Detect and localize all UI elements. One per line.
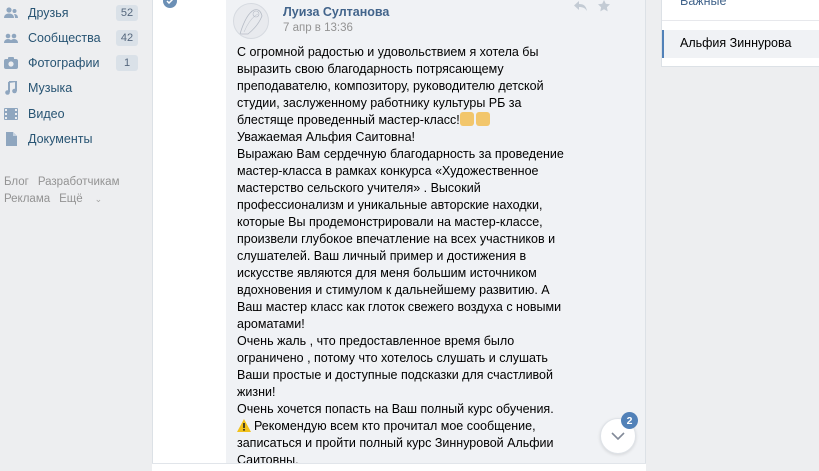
- thumbs-up-emoji-icon: [459, 112, 474, 126]
- nav-item-friends[interactable]: Друзья 52: [0, 2, 142, 24]
- document-icon: [4, 132, 18, 146]
- text-line: искусстве являются для меня большим исто…: [237, 266, 537, 280]
- footer-links-row1: Блог Разработчикам: [4, 176, 128, 188]
- count-badge: 52: [116, 5, 138, 21]
- more-label: Ещё: [59, 193, 83, 205]
- star-icon[interactable]: [597, 0, 611, 12]
- nav-label: Музыка: [28, 81, 73, 95]
- blog-link[interactable]: Блог: [4, 176, 29, 188]
- camera-icon: [4, 56, 18, 70]
- text-line: преподавателю, композитору, руководителю…: [237, 79, 544, 93]
- unread-count-badge: 2: [621, 412, 638, 429]
- text-line: Очень жаль , что предоставленное время б…: [237, 334, 515, 348]
- text-line-with-emoji: блестяще проведенный мастер-класс!: [237, 112, 557, 129]
- warning-emoji-icon: [237, 419, 254, 433]
- avatar[interactable]: [233, 3, 269, 39]
- text-line: Уважаемая Альфия Саитовна!: [237, 130, 416, 144]
- text-line-with-emoji: Рекомендую всем кто прочитал мое сообщен…: [237, 418, 557, 435]
- count-badge: 42: [116, 30, 138, 46]
- message-text: С огромной радостью и удовольствием я хо…: [237, 44, 564, 469]
- text-line: Очень хочется попасть на Ваш полный курс…: [237, 402, 554, 416]
- developers-link[interactable]: Разработчикам: [38, 176, 120, 188]
- chevron-down-icon: [611, 432, 625, 440]
- text-line: записаться и пройти полный курс Зиннуров…: [237, 436, 554, 450]
- text-line: ограничено , потому что хотелось слушать…: [237, 351, 548, 365]
- nav-item-video[interactable]: Видео: [0, 103, 142, 125]
- nav-label: Друзья: [28, 6, 69, 20]
- text-line: Ваш мастер класс как глоток свежего возд…: [237, 300, 562, 314]
- reply-icon[interactable]: [573, 0, 587, 12]
- more-link[interactable]: Ещё ⌄: [59, 193, 111, 205]
- conversation-name: Альфия Зиннурова: [680, 36, 792, 50]
- text-line: Рекомендую всем кто прочитал мое сообщен…: [254, 419, 536, 433]
- filter-item-active-conversation[interactable]: Альфия Зиннурова: [662, 30, 819, 58]
- footer-links-row2: Реклама Ещё ⌄: [4, 193, 120, 205]
- chevron-down-icon: ⌄: [94, 194, 103, 204]
- text-line: Ваши простые и доступные подсказки для с…: [237, 368, 553, 382]
- text-line: Выражаю Вам сердечную благодарность за п…: [237, 147, 564, 161]
- text-line: ароматами!: [237, 317, 305, 331]
- clapping-hands-emoji-icon: [475, 112, 490, 126]
- conversation-filter-panel: Важные Альфия Зиннурова: [661, 0, 819, 67]
- text-line: мастер-класса в рамках конкурса «Художес…: [237, 164, 539, 178]
- count-badge: 1: [116, 55, 138, 71]
- ads-link[interactable]: Реклама: [4, 193, 50, 205]
- video-icon: [4, 107, 18, 121]
- text-line: произвели глубокое впечатление на всех у…: [237, 232, 556, 246]
- divider: [662, 20, 819, 21]
- nav-label: Видео: [28, 107, 65, 121]
- nav-item-communities[interactable]: Сообщества 42: [0, 27, 142, 49]
- groups-icon: [4, 31, 18, 45]
- text-line: С огромной радостью и удовольствием я хо…: [237, 45, 539, 59]
- text-line: которые Вы продемонстрировали на мастер-…: [237, 215, 543, 229]
- selected-check-icon[interactable]: [163, 0, 177, 8]
- nav-label: Сообщества: [28, 31, 101, 45]
- nav-item-music[interactable]: Музыка: [0, 77, 142, 99]
- nav-label: Документы: [28, 132, 93, 146]
- people-icon: [4, 6, 18, 20]
- text-line: мастерство сельского учителя» . Высокий: [237, 181, 481, 195]
- text-line: выразить свою благодарность потрясающему: [237, 62, 504, 76]
- filter-item-important[interactable]: Важные: [680, 0, 727, 8]
- music-icon: [4, 81, 18, 95]
- text-line: профессионализм и уникальные авторские н…: [237, 198, 543, 212]
- text-line: жизни!: [237, 385, 276, 399]
- text-line: студии, заслуженному работнику культуры …: [237, 96, 522, 110]
- text-line: вдохновения и стимулом к дальнейшему раз…: [237, 283, 550, 297]
- message-panel: Луиза Султанова 7 апр в 13:36 С огромной…: [152, 0, 646, 467]
- nav-item-documents[interactable]: Документы: [0, 128, 142, 150]
- author-name[interactable]: Луиза Султанова: [283, 5, 389, 19]
- nav-item-photos[interactable]: Фотографии 1: [0, 52, 142, 74]
- message-date[interactable]: 7 апр в 13:36: [283, 22, 353, 34]
- nav-label: Фотографии: [28, 56, 100, 70]
- text-line: блестяще проведенный мастер-класс!: [237, 113, 460, 127]
- text-line: слушателей. Ваш личный пример и достижен…: [237, 249, 527, 263]
